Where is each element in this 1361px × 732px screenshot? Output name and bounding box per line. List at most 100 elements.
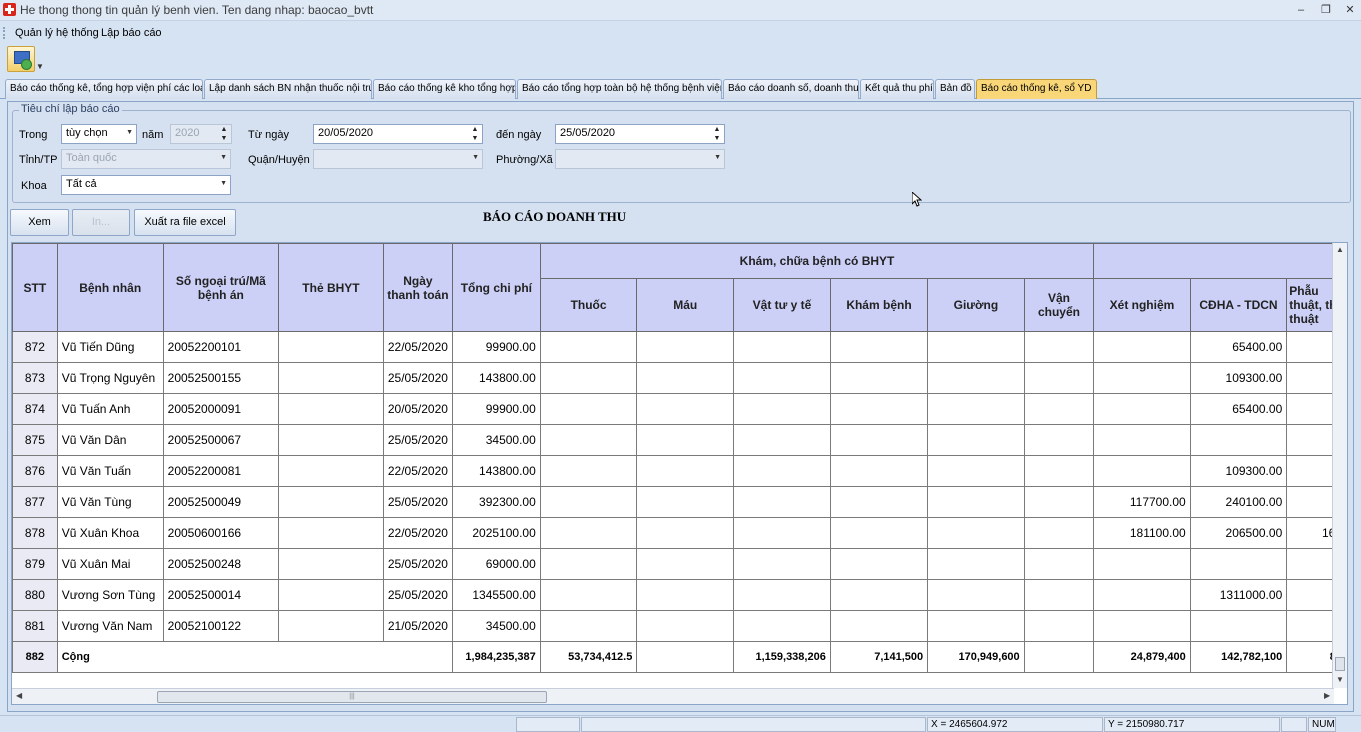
cell-the-bhyt[interactable] (278, 548, 384, 580)
cell-benh-nhan[interactable]: Vũ Văn Tùng (56, 486, 164, 518)
cell-giuong[interactable] (927, 610, 1025, 642)
cell-tong-chi-phi[interactable]: 69000.00 (451, 548, 541, 580)
cell-stt[interactable]: 880 (12, 579, 58, 611)
cell-mau[interactable] (636, 455, 735, 487)
cell-so-ngoai-tru[interactable]: 20052200081 (162, 455, 280, 487)
cell-benh-nhan[interactable]: Vương Văn Nam (56, 610, 164, 642)
cell-kham-benh[interactable] (829, 486, 929, 518)
table-row[interactable]: 872 Vũ Tiến Dũng 20052200101 22/05/2020 9990… (12, 331, 1347, 363)
cell-the-bhyt[interactable] (278, 486, 384, 518)
cell-vat-tu[interactable] (733, 393, 831, 425)
cell-mau[interactable] (636, 548, 735, 580)
cell-tong-chi-phi[interactable]: 2025100.00 (451, 517, 541, 549)
tab-thong-ke-so-yd[interactable]: Báo cáo thống kê, sổ YD (976, 79, 1097, 99)
cell-ngay-thanh-toan[interactable]: 22/05/2020 (382, 455, 453, 487)
cell-van-chuyen[interactable] (1023, 548, 1095, 580)
cell-vat-tu[interactable] (733, 362, 831, 394)
cell-thuoc[interactable] (539, 579, 638, 611)
cell-thuoc[interactable] (539, 455, 638, 487)
cell-stt[interactable]: 877 (12, 486, 58, 518)
cell-the-bhyt[interactable] (278, 331, 384, 363)
cell-so-ngoai-tru[interactable]: 20052500067 (162, 424, 280, 456)
cell-van-chuyen[interactable] (1023, 393, 1095, 425)
cell-mau[interactable] (636, 610, 735, 642)
cell-stt[interactable]: 878 (12, 517, 58, 549)
cell-van-chuyen[interactable] (1023, 455, 1095, 487)
cell-the-bhyt[interactable] (278, 579, 384, 611)
table-row[interactable]: 874 Vũ Tuấn Anh 20052000091 20/05/2020 99900… (12, 393, 1347, 425)
cell-xet-nghiem[interactable] (1093, 393, 1191, 425)
vertical-scrollbar[interactable]: ▲ ▼ (1332, 243, 1347, 688)
horizontal-scroll-thumb[interactable]: ||| (157, 691, 547, 703)
cell-tong-chi-phi[interactable]: 99900.00 (451, 393, 541, 425)
minimize-button[interactable]: – (1290, 2, 1312, 18)
cell-xet-nghiem[interactable] (1093, 579, 1191, 611)
cell-kham-benh[interactable] (829, 610, 929, 642)
cell-the-bhyt[interactable] (278, 424, 384, 456)
cell-xet-nghiem[interactable] (1093, 331, 1191, 363)
cell-benh-nhan[interactable]: Vũ Tuấn Anh (56, 393, 164, 425)
cell-van-chuyen[interactable] (1023, 486, 1095, 518)
cell-cdha[interactable] (1189, 548, 1288, 580)
cell-kham-benh[interactable] (829, 424, 929, 456)
cell-van-chuyen[interactable] (1023, 517, 1095, 549)
cell-cdha[interactable] (1189, 424, 1288, 456)
cell-the-bhyt[interactable] (278, 517, 384, 549)
horizontal-scrollbar[interactable]: ◀ ||| ▶ (12, 688, 1334, 704)
tab-kho-tong-hop[interactable]: Báo cáo thống kê kho tổng hợp (373, 79, 516, 99)
cell-giuong[interactable] (927, 486, 1025, 518)
table-row[interactable]: 873 Vũ Trọng Nguyên 20052500155 25/05/2020 1… (12, 362, 1347, 394)
cell-xet-nghiem[interactable] (1093, 455, 1191, 487)
cell-cdha[interactable]: 109300.00 (1189, 455, 1288, 487)
cell-cdha[interactable]: 206500.00 (1189, 517, 1288, 549)
cell-benh-nhan[interactable]: Vũ Văn Dân (56, 424, 164, 456)
cell-mau[interactable] (636, 331, 735, 363)
table-row[interactable]: 879 Vũ Xuân Mai 20052500248 25/05/2020 69000… (12, 548, 1347, 580)
scroll-left-icon[interactable]: ◀ (16, 691, 22, 700)
cell-stt[interactable]: 873 (12, 362, 58, 394)
tab-ket-qua-thu-phi[interactable]: Kết quả thu phí (860, 79, 934, 99)
table-row[interactable]: 876 Vũ Văn Tuấn 20052200081 22/05/2020 14380… (12, 455, 1347, 487)
spin-arrows-icon[interactable]: ▲ ▼ (712, 125, 722, 143)
cell-benh-nhan[interactable]: Vũ Xuân Khoa (56, 517, 164, 549)
cell-mau[interactable] (636, 393, 735, 425)
cell-kham-benh[interactable] (829, 393, 929, 425)
tab-bn-nhan-thuoc[interactable]: Lập danh sách BN nhận thuốc nội trú (204, 79, 372, 99)
scroll-down-icon[interactable]: ▼ (1336, 675, 1344, 684)
cell-kham-benh[interactable] (829, 455, 929, 487)
cell-tong-chi-phi[interactable]: 392300.00 (451, 486, 541, 518)
vertical-scroll-thumb[interactable] (1335, 657, 1345, 671)
cell-van-chuyen[interactable] (1023, 610, 1095, 642)
cell-cdha[interactable]: 65400.00 (1189, 331, 1288, 363)
cell-so-ngoai-tru[interactable]: 20052500014 (162, 579, 280, 611)
cell-the-bhyt[interactable] (278, 455, 384, 487)
restore-button[interactable]: ❐ (1315, 2, 1337, 18)
table-row[interactable]: 877 Vũ Văn Tùng 20052500049 25/05/2020 39230… (12, 486, 1347, 518)
cell-tong-chi-phi[interactable]: 143800.00 (451, 362, 541, 394)
cell-so-ngoai-tru[interactable]: 20052500248 (162, 548, 280, 580)
cell-the-bhyt[interactable] (278, 362, 384, 394)
cell-mau[interactable] (636, 579, 735, 611)
tab-toan-bo-he-thong[interactable]: Báo cáo tổng hợp toàn bộ hệ thống bệnh v… (517, 79, 722, 99)
cell-giuong[interactable] (927, 424, 1025, 456)
cell-tong-chi-phi[interactable]: 34500.00 (451, 610, 541, 642)
cell-van-chuyen[interactable] (1023, 362, 1095, 394)
cell-van-chuyen[interactable] (1023, 579, 1095, 611)
cell-vat-tu[interactable] (733, 579, 831, 611)
cell-ngay-thanh-toan[interactable]: 22/05/2020 (382, 517, 453, 549)
cell-mau[interactable] (636, 362, 735, 394)
table-row[interactable]: 880 Vương Sơn Tùng 20052500014 25/05/2020 13… (12, 579, 1347, 611)
cell-thuoc[interactable] (539, 517, 638, 549)
cell-benh-nhan[interactable]: Vũ Văn Tuấn (56, 455, 164, 487)
xem-button[interactable]: Xem (10, 209, 69, 236)
cell-benh-nhan[interactable]: Vũ Tiến Dũng (56, 331, 164, 363)
spin-arrows-icon[interactable]: ▲ ▼ (470, 125, 480, 143)
tab-doanh-thu[interactable]: Báo cáo doanh số, doanh thu (723, 79, 859, 99)
report-tool-icon[interactable] (7, 46, 35, 72)
cell-giuong[interactable] (927, 393, 1025, 425)
cell-cdha[interactable]: 240100.00 (1189, 486, 1288, 518)
cell-van-chuyen[interactable] (1023, 424, 1095, 456)
cell-giuong[interactable] (927, 579, 1025, 611)
cell-cdha[interactable]: 65400.00 (1189, 393, 1288, 425)
cell-ngay-thanh-toan[interactable]: 25/05/2020 (382, 548, 453, 580)
